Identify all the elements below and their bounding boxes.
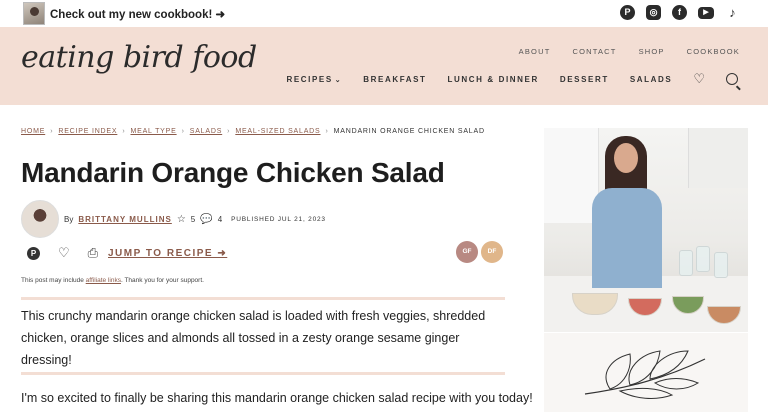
heart-icon[interactable]: ♡ (58, 245, 70, 261)
pinterest-icon[interactable]: P (27, 246, 40, 260)
instagram-icon[interactable]: ◎ (646, 5, 661, 20)
facebook-icon[interactable]: f (672, 5, 687, 20)
leaf-illustration (544, 333, 748, 412)
nav-salads[interactable]: SALADS (630, 75, 673, 84)
nav-shop[interactable]: SHOP (639, 47, 665, 56)
favorites-heart-icon[interactable]: ♡ (693, 71, 705, 87)
site-header: eating bird food ABOUT CONTACT SHOP COOK… (0, 27, 768, 105)
cookbook-thumbnail[interactable] (23, 2, 45, 25)
chevron-right-icon: › (50, 128, 54, 135)
divider (21, 372, 505, 375)
published-date: PUBLISHED JUL 21, 2023 (231, 216, 326, 223)
youtube-icon[interactable]: ▶ (698, 7, 714, 19)
nav-lunch-dinner[interactable]: LUNCH & DINNER (448, 75, 539, 84)
breadcrumb: HOME › RECIPE INDEX › MEAL TYPE › SALADS… (21, 128, 485, 135)
chevron-down-icon: ⌄ (334, 76, 343, 84)
search-icon[interactable] (726, 73, 738, 85)
sidebar-author-photo[interactable] (544, 128, 748, 332)
utility-nav: ABOUT CONTACT SHOP COOKBOOK (519, 47, 740, 56)
intro-paragraph: This crunchy mandarin orange chicken sal… (21, 309, 486, 367)
rating-count[interactable]: 5 (191, 215, 195, 224)
affiliate-text-before: This post may include (21, 277, 86, 284)
star-icon[interactable]: ☆ (177, 214, 186, 225)
breadcrumb-salads[interactable]: SALADS (190, 128, 222, 135)
affiliate-text-after: . Thank you for your support. (120, 277, 204, 284)
nav-breakfast[interactable]: BREAKFAST (363, 75, 426, 84)
breadcrumb-home[interactable]: HOME (21, 128, 45, 135)
affiliate-link[interactable]: affiliate links (86, 277, 121, 284)
photo-cabinet (688, 128, 748, 188)
comment-count[interactable]: 4 (218, 215, 222, 224)
breadcrumb-current: MANDARIN ORANGE CHICKEN SALAD (333, 128, 485, 135)
cookbook-promo-link[interactable]: Check out my new cookbook! ➜ (50, 7, 225, 21)
photo-jar (714, 252, 728, 278)
post-meta: By BRITTANY MULLINS ☆ 5 💬 4 PUBLISHED JU… (64, 214, 326, 225)
nav-dessert[interactable]: DESSERT (560, 75, 609, 84)
top-promo-bar: Check out my new cookbook! ➜ P ◎ f ▶ ♪ (0, 0, 768, 27)
social-links: P ◎ f ▶ ♪ (620, 5, 740, 20)
nav-recipes-label: RECIPES (286, 74, 333, 84)
chevron-right-icon: › (122, 128, 126, 135)
chevron-right-icon: › (227, 128, 231, 135)
nav-recipes[interactable]: RECIPES ⌄ (286, 75, 342, 84)
nav-contact[interactable]: CONTACT (572, 47, 616, 56)
photo-window (544, 128, 599, 223)
photo-jar (696, 246, 710, 272)
main-nav: RECIPES ⌄ BREAKFAST LUNCH & DINNER DESSER… (286, 71, 738, 87)
leaf-branch-icon (584, 350, 706, 399)
share-actions: P ♡ ⎙ (27, 245, 98, 261)
affiliate-disclosure: This post may include affiliate links. T… (21, 277, 204, 284)
nav-about[interactable]: ABOUT (519, 47, 551, 56)
by-label: By (64, 215, 74, 224)
breadcrumb-meal-type[interactable]: MEAL TYPE (130, 128, 176, 135)
author-link[interactable]: BRITTANY MULLINS (78, 215, 171, 224)
dairy-free-badge: DF (481, 241, 503, 263)
comment-icon[interactable]: 💬 (200, 214, 212, 225)
breadcrumb-meal-sized-salads[interactable]: MEAL-SIZED SALADS (235, 128, 320, 135)
pinterest-icon[interactable]: P (620, 5, 635, 20)
site-logo[interactable]: eating bird food (21, 40, 257, 75)
breadcrumb-recipe-index[interactable]: RECIPE INDEX (58, 128, 117, 135)
author-avatar[interactable] (21, 200, 59, 238)
gluten-free-badge: GF (456, 241, 478, 263)
divider (21, 297, 505, 300)
photo-jar (679, 250, 693, 276)
chevron-right-icon: › (325, 128, 329, 135)
tiktok-icon[interactable]: ♪ (725, 5, 740, 20)
photo-person-face (614, 143, 638, 173)
jump-to-recipe-link[interactable]: JUMP TO RECIPE ➜ (108, 248, 227, 259)
page-title: Mandarin Orange Chicken Salad (21, 157, 445, 188)
print-icon[interactable]: ⎙ (88, 245, 98, 261)
photo-person-shirt (592, 188, 662, 288)
body-paragraph: I'm so excited to finally be sharing thi… (21, 391, 533, 405)
chevron-right-icon: › (181, 128, 185, 135)
nav-cookbook[interactable]: COOKBOOK (687, 47, 740, 56)
